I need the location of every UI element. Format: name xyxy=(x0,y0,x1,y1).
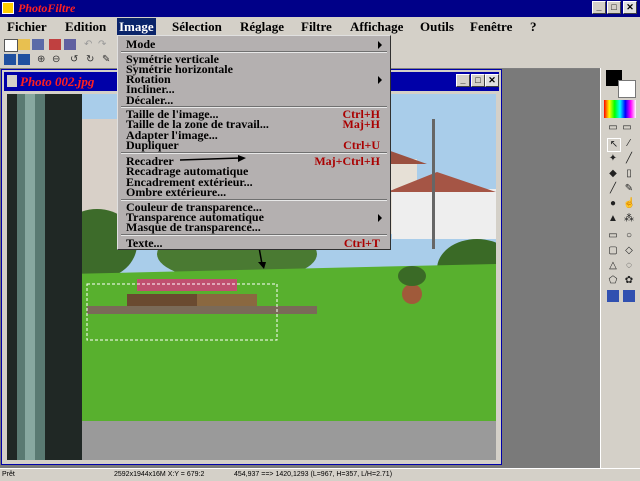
diamond-shape-icon[interactable]: ◇ xyxy=(623,245,635,257)
custom-shape-icon[interactable]: ✿ xyxy=(623,275,635,287)
selection-arrow-icon[interactable]: ↖ xyxy=(607,138,621,152)
menu-item-dupliquer[interactable]: Dupliquer xyxy=(126,139,179,151)
ellipse-shape-icon[interactable]: ○ xyxy=(623,230,635,242)
status-image-info: 2592x1944x16M X:Y = 679:2 xyxy=(114,471,205,478)
new-file-icon[interactable] xyxy=(4,39,18,52)
menu-outils[interactable]: Outils xyxy=(418,18,456,35)
document-close-button[interactable]: ✕ xyxy=(485,74,499,87)
triangle-shape-icon[interactable]: △ xyxy=(607,260,619,272)
image-menu-dropdown: Mode Symétrie verticale Symétrie horizon… xyxy=(117,35,391,250)
submenu-arrow-icon xyxy=(378,76,382,84)
maximize-button[interactable]: □ xyxy=(607,1,621,14)
menu-item-texte[interactable]: Texte... xyxy=(126,237,163,249)
redo-icon[interactable]: ↷ xyxy=(98,39,110,50)
print-icon[interactable] xyxy=(64,39,76,50)
layer-down-icon[interactable] xyxy=(623,290,635,302)
submenu-arrow-icon xyxy=(378,41,382,49)
spray-icon[interactable]: ▯ xyxy=(623,168,635,180)
zoom-out-icon[interactable]: ⊖ xyxy=(52,54,64,65)
color-palette[interactable] xyxy=(604,100,636,118)
layer-up-icon[interactable] xyxy=(607,290,619,302)
submenu-arrow-icon xyxy=(378,214,382,222)
zoom-in-icon[interactable]: ⊕ xyxy=(37,54,49,65)
rotate-left-icon[interactable]: ↺ xyxy=(70,54,82,65)
clone-icon[interactable]: ⁂ xyxy=(623,213,635,225)
eyedropper-icon[interactable]: ⁄ xyxy=(623,138,635,150)
menu-fichier[interactable]: Fichier xyxy=(5,18,49,35)
window-title: PhotoFiltre xyxy=(18,1,76,15)
tool-panel: ▭ ▭ ↖ ⁄ ✦ ╱ ◆ ▯ ╱ ✎ ● ☝ ▲ ⁂ ▭ ○ ▢ ◇ △ ◌ … xyxy=(600,68,640,468)
status-bar: Prêt 2592x1944x16M X:Y = 679:2 454,937 =… xyxy=(0,468,640,481)
status-selection-info: 454,937 ==> 1420,1293 (L=967, H=357, L/H… xyxy=(234,471,393,478)
adjust-icon[interactable]: ✎ xyxy=(102,54,114,65)
menu-help[interactable]: ? xyxy=(528,18,539,35)
wand-icon[interactable]: ✦ xyxy=(607,153,619,165)
menu-image[interactable]: Image xyxy=(117,18,156,35)
stamp-icon[interactable]: ▲ xyxy=(607,213,619,225)
menu-item-masque-transparence[interactable]: Masque de transparence... xyxy=(126,221,261,233)
rounded-rect-shape-icon[interactable]: ▢ xyxy=(607,245,619,257)
layer-icon[interactable] xyxy=(4,54,16,65)
layer2-icon[interactable] xyxy=(18,54,30,65)
background-color-swatch[interactable] xyxy=(618,80,636,98)
shortcut-texte: Ctrl+T xyxy=(343,236,380,250)
lasso-shape-icon[interactable]: ◌ xyxy=(623,260,635,272)
pencil-icon[interactable]: ✎ xyxy=(623,183,635,195)
menu-edition[interactable]: Edition xyxy=(63,18,108,35)
menu-bar: Fichier Edition Image Sélection Réglage … xyxy=(0,17,640,36)
transparency-toggle-icon[interactable]: ▭ xyxy=(607,122,619,134)
app-icon xyxy=(2,2,14,14)
shortcut-recadrer: Maj+Ctrl+H xyxy=(314,154,380,168)
menu-affichage[interactable]: Affichage xyxy=(348,18,405,35)
status-state: Prêt xyxy=(2,471,15,478)
cut-icon[interactable] xyxy=(49,39,61,50)
menu-item-ombre-exterieure[interactable]: Ombre extérieure... xyxy=(126,186,226,198)
title-bar: PhotoFiltre _ □ ✕ xyxy=(0,0,640,17)
line-icon[interactable]: ╱ xyxy=(623,153,635,165)
minimize-button[interactable]: _ xyxy=(592,1,606,14)
blur-drop-icon[interactable]: ● xyxy=(607,198,619,210)
shortcut-taille-zone-travail: Maj+H xyxy=(342,117,381,131)
open-folder-icon[interactable] xyxy=(18,39,30,50)
finger-icon[interactable]: ☝ xyxy=(623,198,635,210)
polygon-shape-icon[interactable]: ⬠ xyxy=(607,275,619,287)
document-icon xyxy=(7,75,17,87)
annotation-arrow xyxy=(179,155,246,162)
save-icon[interactable] xyxy=(32,39,44,50)
document-maximize-button[interactable]: □ xyxy=(471,74,485,87)
rectangle-shape-icon[interactable]: ▭ xyxy=(607,230,619,242)
fill-bucket-icon[interactable]: ◆ xyxy=(607,168,619,180)
close-button[interactable]: ✕ xyxy=(623,1,637,14)
menu-item-decaler[interactable]: Décaler... xyxy=(126,94,173,106)
menu-selection[interactable]: Sélection xyxy=(170,18,224,35)
menu-item-mode[interactable]: Mode xyxy=(126,38,155,50)
menu-fenetre[interactable]: Fenêtre xyxy=(468,18,514,35)
document-minimize-button[interactable]: _ xyxy=(456,74,470,87)
menu-filtre[interactable]: Filtre xyxy=(299,18,334,35)
rotate-right-icon[interactable]: ↻ xyxy=(86,54,98,65)
transparency-toggle2-icon[interactable]: ▭ xyxy=(621,122,633,134)
document-title: Photo 002.jpg xyxy=(20,74,95,89)
brush-icon[interactable]: ╱ xyxy=(607,183,619,195)
menu-reglage[interactable]: Réglage xyxy=(238,18,286,35)
shortcut-dupliquer: Ctrl+U xyxy=(343,138,380,152)
undo-icon[interactable]: ↶ xyxy=(84,39,96,50)
